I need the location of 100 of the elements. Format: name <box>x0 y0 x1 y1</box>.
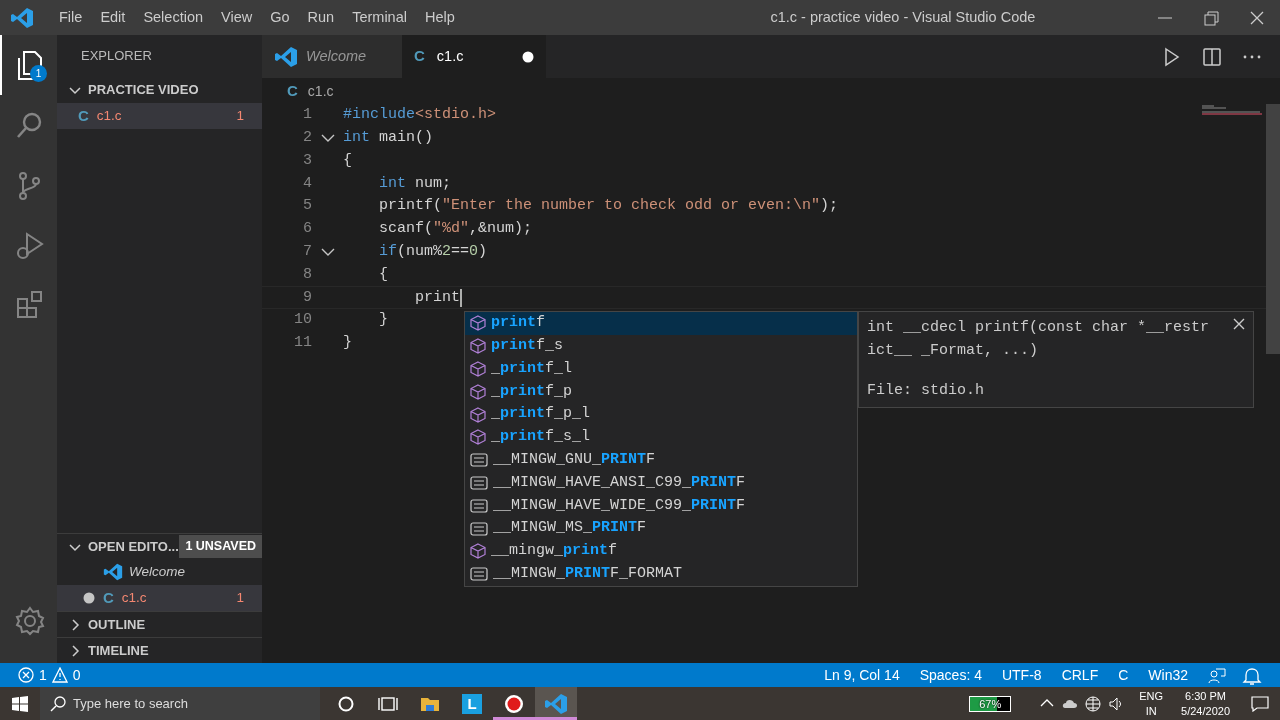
notification-badge: 1 <box>30 65 47 82</box>
feedback-icon <box>1206 666 1226 685</box>
text-lines-icon <box>470 475 488 490</box>
suggestion-item[interactable]: printf_s <box>465 334 857 358</box>
close-icon[interactable] <box>1233 318 1245 330</box>
status-item[interactable]: UTF-8 <box>991 664 1052 686</box>
suggestion-item[interactable]: _printf_p_l <box>465 403 857 426</box>
line-number: 8 <box>302 264 312 285</box>
line-number: 10 <box>293 310 312 331</box>
language-indicator[interactable]: ENG IN <box>1139 688 1164 719</box>
suggestion-label[interactable]: _printf_p <box>491 380 573 404</box>
section-title[interactable]: OPEN EDITO... <box>88 536 180 557</box>
suggestion-label[interactable]: __MINGW_HAVE_ANSI_C99_PRINTF <box>493 471 746 495</box>
close-icon <box>1248 9 1266 26</box>
suggestion-label[interactable]: __MINGW_PRINTF_FORMAT <box>493 562 683 586</box>
scrollbar-thumb[interactable] <box>1266 104 1280 354</box>
suggestion-item[interactable]: __mingw_printf <box>465 539 857 563</box>
vscode-logo-icon <box>274 44 298 69</box>
suggestion-item[interactable]: printf <box>465 312 857 335</box>
section-title[interactable]: TIMELINE <box>88 640 149 661</box>
line-number: 7 <box>302 241 312 262</box>
menu-item[interactable]: File <box>50 6 92 29</box>
status-item[interactable]: Spaces: 4 <box>909 664 992 686</box>
status-item[interactable]: Win32 <box>1138 664 1198 686</box>
suggestion-label[interactable]: _printf_p_l <box>491 403 591 426</box>
text-lines-icon <box>470 567 488 582</box>
editor-tab[interactable]: C c1.c <box>402 35 546 78</box>
code-line: int num; <box>378 173 452 194</box>
code-line: { <box>378 264 388 285</box>
menu-item[interactable]: Edit <box>91 6 135 29</box>
menu-item[interactable]: Help <box>415 6 464 29</box>
status-item[interactable]: CRLF <box>1051 664 1109 686</box>
suggestion-label[interactable]: __MINGW_MS_PRINTF <box>493 517 647 540</box>
section-title[interactable]: OUTLINE <box>88 614 146 635</box>
tree-item[interactable]: C c1.c 1 <box>57 103 262 129</box>
suggestion-label[interactable]: __MINGW_HAVE_WIDE_C99_PRINTF <box>493 494 746 517</box>
menu-item[interactable]: Terminal <box>343 6 416 29</box>
suggestion-item[interactable]: _printf_s_l <box>465 426 857 449</box>
unsaved-dot-icon <box>522 50 534 63</box>
cube-icon <box>470 361 486 377</box>
cube-icon <box>470 315 486 332</box>
suggestion-label[interactable]: __mingw_printf <box>491 540 618 563</box>
restore-icon <box>1202 9 1220 26</box>
open-editor-item[interactable]: Welcome <box>57 559 262 585</box>
breadcrumb-item[interactable]: c1.c <box>307 80 334 102</box>
editor-tab[interactable]: Welcome <box>262 35 402 78</box>
cube-icon <box>470 338 486 355</box>
fold-chevron-icon[interactable] <box>320 133 335 144</box>
globe-icon[interactable] <box>1085 695 1102 712</box>
vscode-logo-icon <box>544 691 568 716</box>
vscode-logo-icon <box>103 562 123 582</box>
suggestion-item[interactable]: __MINGW_GNU_PRINTF <box>465 448 857 472</box>
line-number: 1 <box>302 105 312 126</box>
status-item[interactable]: Ln 9, Col 14 <box>814 664 910 686</box>
line-number: 2 <box>302 127 312 148</box>
cube-icon <box>470 406 486 423</box>
text-cursor <box>460 288 463 307</box>
cube-icon <box>470 383 486 400</box>
window-title: c1.c - practice video - Visual Studio Code <box>770 8 1036 25</box>
suggestion-label[interactable]: printf <box>491 312 546 335</box>
line-number: 11 <box>293 333 312 354</box>
text-lines-icon <box>470 521 488 536</box>
suggestion-item[interactable]: __MINGW_MS_PRINTF <box>465 517 857 540</box>
menu-item[interactable]: Run <box>298 6 344 29</box>
suggestion-item[interactable]: __MINGW_HAVE_ANSI_C99_PRINTF <box>465 471 857 495</box>
problems-button[interactable]: 1 0 <box>12 663 87 687</box>
error-count: 1 <box>39 665 47 685</box>
text-lines-icon <box>470 498 488 513</box>
fold-chevron-icon[interactable] <box>320 247 335 258</box>
menu-item[interactable]: Selection <box>134 6 213 29</box>
folder-header[interactable]: PRACTICE VIDEO <box>57 77 262 103</box>
search-field[interactable]: Type here to search <box>40 687 320 720</box>
clock-date: 5/24/2020 <box>1181 703 1230 719</box>
sidebar-title: EXPLORER <box>80 47 153 66</box>
cube-icon <box>470 543 486 560</box>
code-line: printf("Enter the number to check odd or even:\n"); <box>378 196 839 217</box>
chevron-right-icon <box>69 618 81 631</box>
c-file-icon: C <box>287 79 298 103</box>
file-name: Welcome <box>129 562 187 581</box>
suggestion-label[interactable]: _printf_l <box>491 357 573 381</box>
suggestion-label[interactable]: _printf_s_l <box>491 426 591 449</box>
suggestion-label[interactable]: __MINGW_GNU_PRINTF <box>493 448 656 472</box>
suggestion-label[interactable]: printf_s <box>491 334 564 358</box>
chevron-down-icon <box>69 84 81 96</box>
chevron-right-icon <box>69 644 81 657</box>
status-item[interactable]: C <box>1108 664 1139 686</box>
record-icon <box>504 693 524 714</box>
suggestion-item[interactable]: _printf_l <box>465 357 857 381</box>
open-editor-item[interactable]: C c1.c 1 <box>57 585 262 611</box>
suggestion-item[interactable]: __MINGW_HAVE_WIDE_C99_PRINTF <box>465 494 857 518</box>
code-line: print <box>414 287 461 308</box>
suggestion-item[interactable]: __MINGW_PRINTF_FORMAT <box>465 562 857 586</box>
bell-icon <box>1242 666 1262 685</box>
signature-text: int __cdecl printf(const char *__restrict__ _Format, ...) <box>867 318 1210 361</box>
line-number: 3 <box>302 150 312 171</box>
suggestion-item[interactable]: _printf_p <box>465 380 857 404</box>
menu-item[interactable]: Go <box>261 6 299 29</box>
menu-item[interactable]: View <box>212 6 262 29</box>
split-icon <box>1202 46 1222 67</box>
unsaved-dot-icon <box>83 592 95 604</box>
